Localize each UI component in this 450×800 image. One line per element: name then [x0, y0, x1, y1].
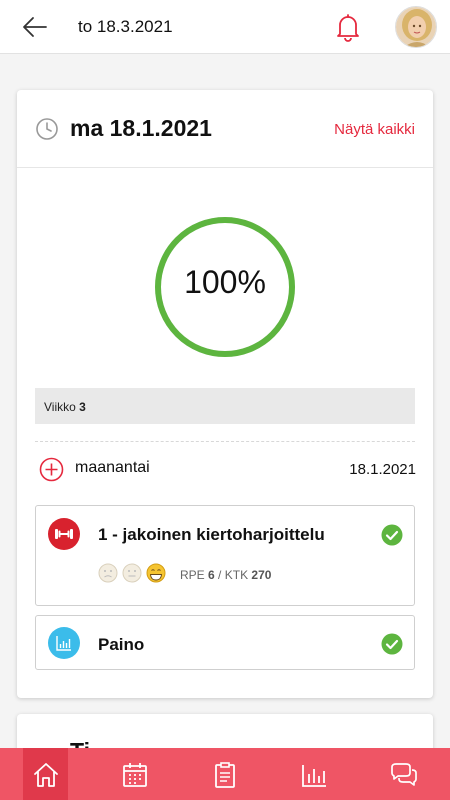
header-date: to 18.3.2021	[78, 17, 173, 36]
show-all-link[interactable]: Näytä kaikki	[334, 121, 415, 138]
weight-item[interactable]: Paino	[35, 615, 415, 670]
week-prefix: Viikko	[44, 400, 76, 414]
divider	[35, 441, 415, 442]
clock-icon	[36, 118, 58, 140]
rpe-ktk: RPE 6 / KTK 270	[180, 568, 272, 582]
bottom-nav	[0, 748, 450, 800]
card-header: ma 18.1.2021 Näytä kaikki	[17, 90, 433, 168]
weight-title: Paino	[98, 635, 145, 654]
chart-icon	[48, 627, 80, 659]
top-bar: to 18.3.2021	[0, 0, 450, 54]
mood-faces-icon	[98, 563, 166, 583]
check-circle-icon	[381, 524, 403, 546]
add-circle-icon[interactable]	[39, 457, 64, 482]
check-circle-icon	[381, 633, 403, 655]
calendar-icon[interactable]	[120, 760, 150, 790]
ktk-value: 270	[251, 568, 272, 582]
day-card: ma 18.1.2021 Näytä kaikki 100% Viikko 3 …	[17, 90, 433, 698]
dumbbell-icon	[48, 518, 80, 550]
ktk-label: KTK	[224, 568, 249, 582]
day-name: maanantai	[75, 459, 150, 476]
card-date: ma 18.1.2021	[70, 115, 212, 141]
rpe-value: 6	[208, 568, 215, 582]
chat-icon[interactable]	[389, 760, 419, 790]
stats-icon[interactable]	[299, 760, 329, 790]
home-icon[interactable]	[31, 760, 61, 790]
workout-title: 1 - jakoinen kiertoharjoittelu	[98, 525, 325, 544]
day-date: 18.1.2021	[349, 461, 416, 478]
bell-icon[interactable]	[335, 12, 361, 42]
workout-item[interactable]: 1 - jakoinen kiertoharjoittelu RPE 6 / K…	[35, 505, 415, 606]
back-arrow-icon[interactable]	[20, 12, 50, 42]
week-bar: Viikko 3	[35, 388, 415, 424]
rpe-label: RPE	[180, 568, 205, 582]
avatar[interactable]	[395, 6, 437, 48]
clipboard-icon[interactable]	[210, 760, 240, 790]
progress-label: 100%	[184, 264, 266, 300]
week-number: 3	[79, 400, 86, 414]
